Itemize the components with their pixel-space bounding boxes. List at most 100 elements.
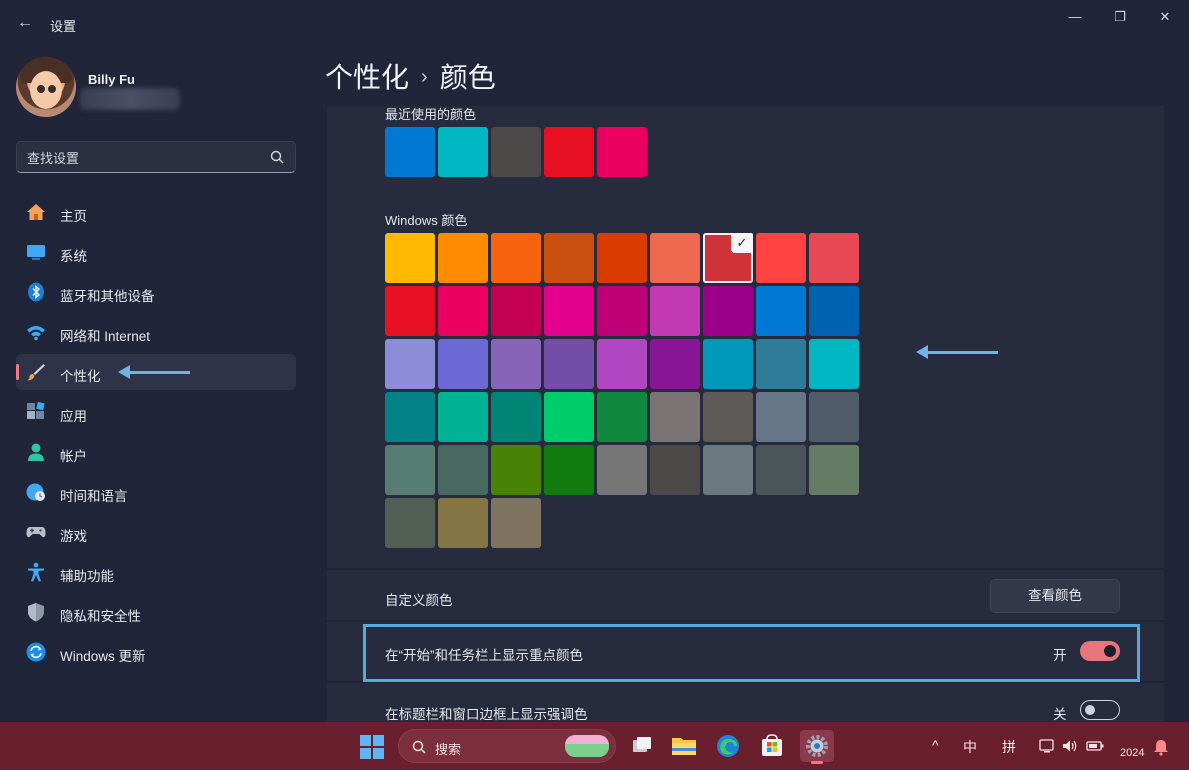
avatar[interactable]	[16, 57, 76, 117]
restore-button[interactable]: ❐	[1097, 4, 1143, 30]
windows-color-swatch[interactable]	[544, 286, 594, 336]
windows-color-swatch[interactable]	[438, 339, 488, 389]
windows-color-swatch[interactable]	[650, 286, 700, 336]
taskbar: 搜索 ^ 中 拼 2024	[0, 722, 1189, 770]
sidebar-item-bluetooth[interactable]: 蓝牙和其他设备	[16, 274, 296, 310]
notification-device-icon[interactable]	[1038, 737, 1056, 755]
annotation-arrow-sidebar	[118, 365, 190, 379]
windows-color-swatch[interactable]	[385, 498, 435, 548]
windows-color-swatch[interactable]	[385, 445, 435, 495]
search-box[interactable]	[16, 141, 296, 173]
sidebar-item-windows-update[interactable]: Windows 更新	[16, 634, 296, 670]
view-colors-button[interactable]: 查看颜色	[990, 579, 1120, 613]
windows-color-swatch[interactable]	[491, 233, 541, 283]
sidebar-item-network[interactable]: 网络和 Internet	[16, 314, 296, 350]
accent-title-bars-toggle[interactable]	[1080, 700, 1120, 720]
windows-color-swatch[interactable]	[756, 392, 806, 442]
windows-color-swatch[interactable]	[385, 339, 435, 389]
settings-app-button[interactable]	[800, 730, 834, 764]
volume-icon[interactable]	[1061, 737, 1079, 755]
lotus-icon	[565, 735, 609, 757]
clock-year[interactable]: 2024	[1120, 747, 1144, 759]
windows-color-swatch[interactable]	[809, 286, 859, 336]
windows-color-swatch[interactable]	[756, 339, 806, 389]
active-app-indicator	[811, 761, 823, 764]
store-button[interactable]	[755, 730, 789, 762]
recent-color-swatch[interactable]	[438, 127, 488, 177]
sidebar-item-apps[interactable]: 应用	[16, 394, 296, 430]
bell-icon[interactable]	[1153, 738, 1169, 756]
windows-color-swatch[interactable]	[544, 233, 594, 283]
windows-color-swatch[interactable]	[650, 445, 700, 495]
annotation-highlight-box	[363, 624, 1140, 682]
windows-color-swatch[interactable]	[438, 445, 488, 495]
search-icon[interactable]	[269, 149, 285, 165]
windows-color-swatch[interactable]	[650, 392, 700, 442]
sidebar-item-privacy[interactable]: 隐私和安全性	[16, 594, 296, 630]
windows-color-swatch[interactable]	[809, 445, 859, 495]
windows-color-swatch[interactable]	[491, 339, 541, 389]
minimize-button[interactable]: —	[1052, 4, 1098, 30]
windows-color-swatch[interactable]	[385, 392, 435, 442]
sidebar-item-home[interactable]: 主页	[16, 194, 296, 230]
windows-color-swatch[interactable]	[438, 233, 488, 283]
divider	[327, 620, 1164, 622]
windows-color-swatch[interactable]	[597, 233, 647, 283]
sidebar-item-system[interactable]: 系统	[16, 234, 296, 270]
windows-color-swatch[interactable]	[491, 445, 541, 495]
windows-color-swatch[interactable]	[385, 233, 435, 283]
task-view-button[interactable]	[625, 730, 659, 762]
sidebar-item-accounts[interactable]: 帐户	[16, 434, 296, 470]
windows-color-swatch[interactable]	[597, 445, 647, 495]
windows-color-swatch[interactable]	[385, 286, 435, 336]
close-button[interactable]: ✕	[1142, 4, 1188, 30]
tray-overflow-chevron-icon[interactable]: ^	[932, 737, 939, 753]
sidebar-item-time-language[interactable]: 时间和语言	[16, 474, 296, 510]
windows-color-swatch[interactable]	[438, 286, 488, 336]
breadcrumb-parent[interactable]: 个性化	[325, 62, 409, 93]
windows-color-swatch[interactable]	[650, 233, 700, 283]
edge-button[interactable]	[711, 730, 745, 762]
windows-color-swatch[interactable]	[703, 286, 753, 336]
windows-color-swatch[interactable]	[756, 233, 806, 283]
back-button[interactable]: ←	[14, 12, 36, 34]
windows-color-swatch[interactable]	[756, 286, 806, 336]
windows-color-swatch[interactable]	[438, 392, 488, 442]
sidebar-item-gaming[interactable]: 游戏	[16, 514, 296, 550]
update-icon	[26, 642, 46, 662]
windows-color-swatch[interactable]	[597, 339, 647, 389]
ime-layout-indicator[interactable]: 拼	[1002, 737, 1016, 757]
windows-color-swatch[interactable]	[597, 286, 647, 336]
windows-color-swatch[interactable]	[650, 339, 700, 389]
windows-color-swatch[interactable]	[809, 392, 859, 442]
taskbar-search[interactable]: 搜索	[398, 729, 616, 763]
windows-color-swatch[interactable]: ✓	[703, 233, 753, 283]
taskbar-search-label: 搜索	[435, 742, 462, 757]
windows-color-swatch[interactable]	[544, 445, 594, 495]
windows-color-swatch[interactable]	[544, 392, 594, 442]
windows-color-swatch[interactable]	[544, 339, 594, 389]
windows-color-swatch[interactable]	[491, 498, 541, 548]
windows-color-swatch[interactable]	[597, 392, 647, 442]
search-input[interactable]	[27, 148, 267, 168]
start-button[interactable]	[360, 735, 384, 759]
windows-color-swatch[interactable]	[703, 339, 753, 389]
recent-color-swatch[interactable]	[544, 127, 594, 177]
windows-color-swatch[interactable]	[703, 392, 753, 442]
ime-mode-indicator[interactable]: 中	[963, 737, 977, 757]
sidebar-item-accessibility[interactable]: 辅助功能	[16, 554, 296, 590]
windows-color-swatch[interactable]	[491, 286, 541, 336]
battery-icon[interactable]	[1085, 737, 1105, 755]
windows-color-swatch[interactable]	[809, 339, 859, 389]
windows-color-swatch[interactable]	[491, 392, 541, 442]
windows-color-swatch[interactable]	[809, 233, 859, 283]
recent-color-swatch[interactable]	[597, 127, 647, 177]
sidebar-nav: 主页 系统 蓝牙和其他设备 网络和 Internet 个性化 应用 帐户 时间和…	[16, 194, 296, 674]
recent-color-swatch[interactable]	[491, 127, 541, 177]
recent-color-swatch[interactable]	[385, 127, 435, 177]
windows-color-swatch[interactable]	[438, 498, 488, 548]
avatar-eye-right	[48, 85, 56, 93]
windows-color-swatch[interactable]	[703, 445, 753, 495]
file-explorer-button[interactable]	[667, 730, 701, 762]
windows-color-swatch[interactable]	[756, 445, 806, 495]
